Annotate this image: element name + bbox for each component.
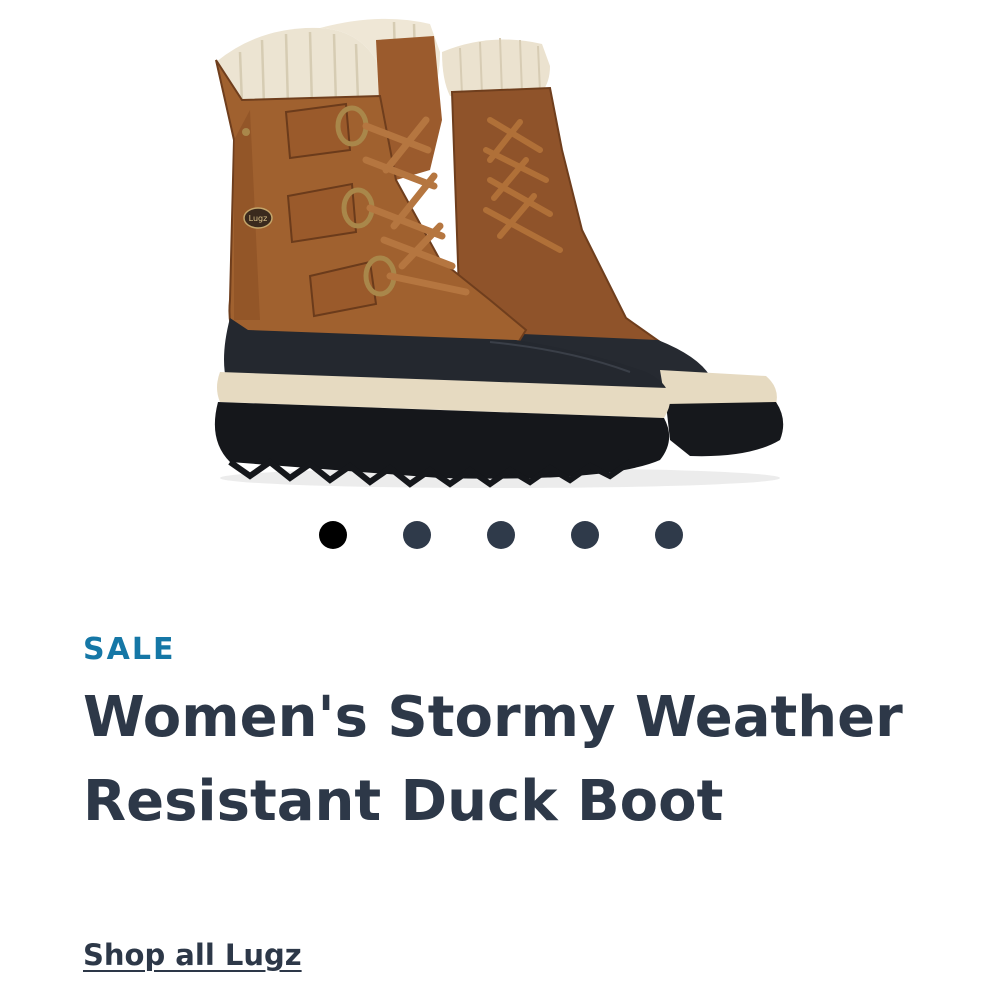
product-image[interactable]: Lugz [190, 0, 810, 500]
carousel-dot-5[interactable] [655, 521, 683, 549]
product-title: Women's Stormy Weather Resistant Duck Bo… [83, 685, 903, 834]
carousel-dot-1[interactable] [319, 521, 347, 549]
logo-text: Lugz [249, 214, 268, 223]
sale-badge: SALE [83, 632, 176, 667]
front-boot: Lugz [214, 18, 671, 488]
image-carousel-pagination [319, 521, 683, 549]
carousel-dot-4[interactable] [571, 521, 599, 549]
carousel-dot-3[interactable] [487, 521, 515, 549]
carousel-dot-2[interactable] [403, 521, 431, 549]
boots-illustration: Lugz [214, 18, 784, 488]
shop-all-brand-link[interactable]: Shop all Lugz [83, 935, 302, 975]
